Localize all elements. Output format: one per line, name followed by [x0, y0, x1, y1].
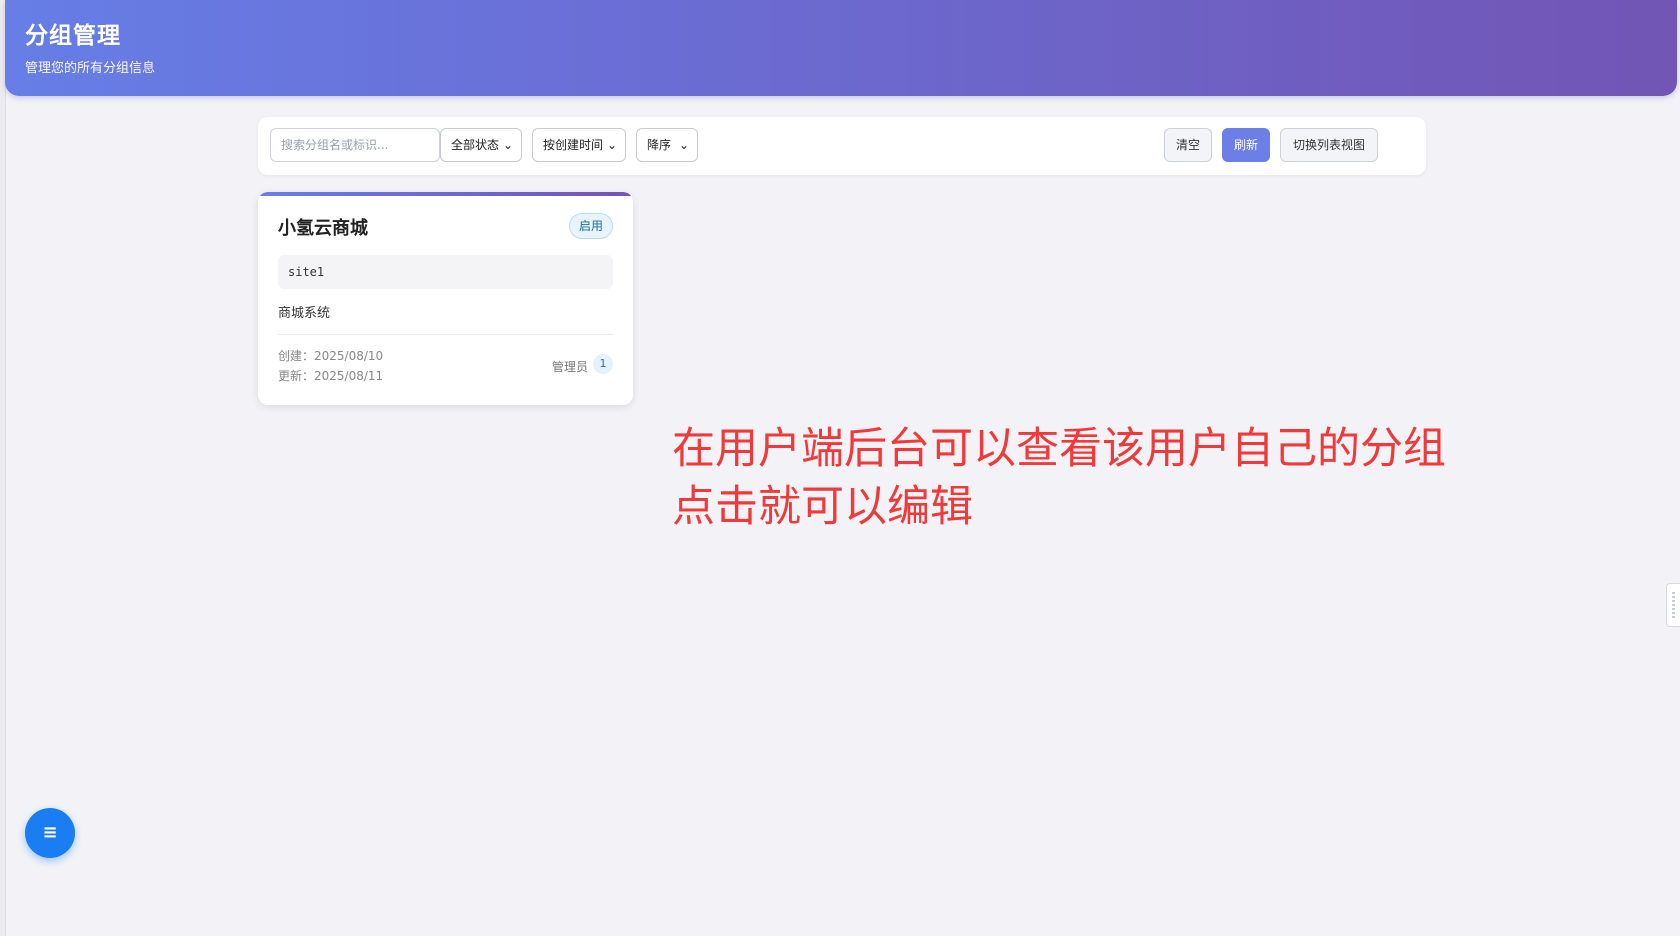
group-identifier: site1 — [278, 255, 613, 289]
updated-label: 更新： — [278, 369, 315, 383]
page-subtitle: 管理您的所有分组信息 — [25, 61, 156, 76]
search-input[interactable] — [270, 128, 440, 162]
status-badge: 启用 — [568, 213, 613, 239]
refresh-button[interactable]: 刷新 — [1222, 128, 1270, 162]
sort-order-select[interactable]: 降序 ⌄ — [636, 128, 698, 162]
group-name: 小氢云商城 — [278, 218, 368, 239]
chevron-down-icon: ⌄ — [502, 138, 513, 152]
toggle-view-button[interactable]: 切换列表视图 — [1280, 128, 1378, 162]
left-edge — [0, 0, 6, 936]
menu-icon: ≡ — [42, 822, 58, 843]
created-label: 创建： — [278, 349, 315, 363]
annotation-line-1: 在用户端后台可以查看该用户自己的分组 — [672, 424, 1446, 474]
chevron-down-icon: ⌄ — [606, 138, 617, 152]
annotation-text: 在用户端后台可以查看该用户自己的分组 点击就可以编辑 — [672, 420, 1446, 536]
annotation-line-2: 点击就可以编辑 — [672, 482, 973, 532]
sort-order-value: 降序 — [647, 138, 672, 152]
admin-label: 管理员 — [551, 360, 588, 374]
group-card[interactable]: 小氢云商城 启用 site1 商城系统 创建：2025/08/10 更新：202… — [258, 192, 633, 405]
menu-fab-button[interactable]: ≡ — [25, 808, 75, 858]
updated-value: 2025/08/11 — [314, 369, 384, 383]
admin-count-badge: 1 — [593, 354, 613, 374]
group-description: 商城系统 — [278, 306, 331, 321]
grip-icon — [1672, 592, 1675, 618]
sort-field-select[interactable]: 按创建时间 ⌄ — [532, 128, 626, 162]
page-title: 分组管理 — [25, 23, 121, 49]
filter-toolbar: 全部状态 ⌄ 按创建时间 ⌄ 降序 ⌄ 清空 刷新 切换列表视图 — [258, 117, 1426, 175]
created-date: 创建：2025/08/10 — [278, 347, 383, 364]
status-filter-select[interactable]: 全部状态 ⌄ — [440, 128, 522, 162]
card-accent-bar — [258, 192, 633, 196]
clear-button[interactable]: 清空 — [1164, 128, 1212, 162]
page-header: 分组管理 管理您的所有分组信息 — [5, 0, 1677, 96]
card-divider — [278, 334, 613, 335]
updated-date: 更新：2025/08/11 — [278, 367, 383, 384]
side-handle[interactable] — [1666, 583, 1680, 627]
sort-field-value: 按创建时间 — [543, 138, 604, 152]
chevron-down-icon: ⌄ — [678, 138, 689, 152]
status-filter-value: 全部状态 — [451, 138, 500, 152]
created-value: 2025/08/10 — [314, 349, 384, 363]
